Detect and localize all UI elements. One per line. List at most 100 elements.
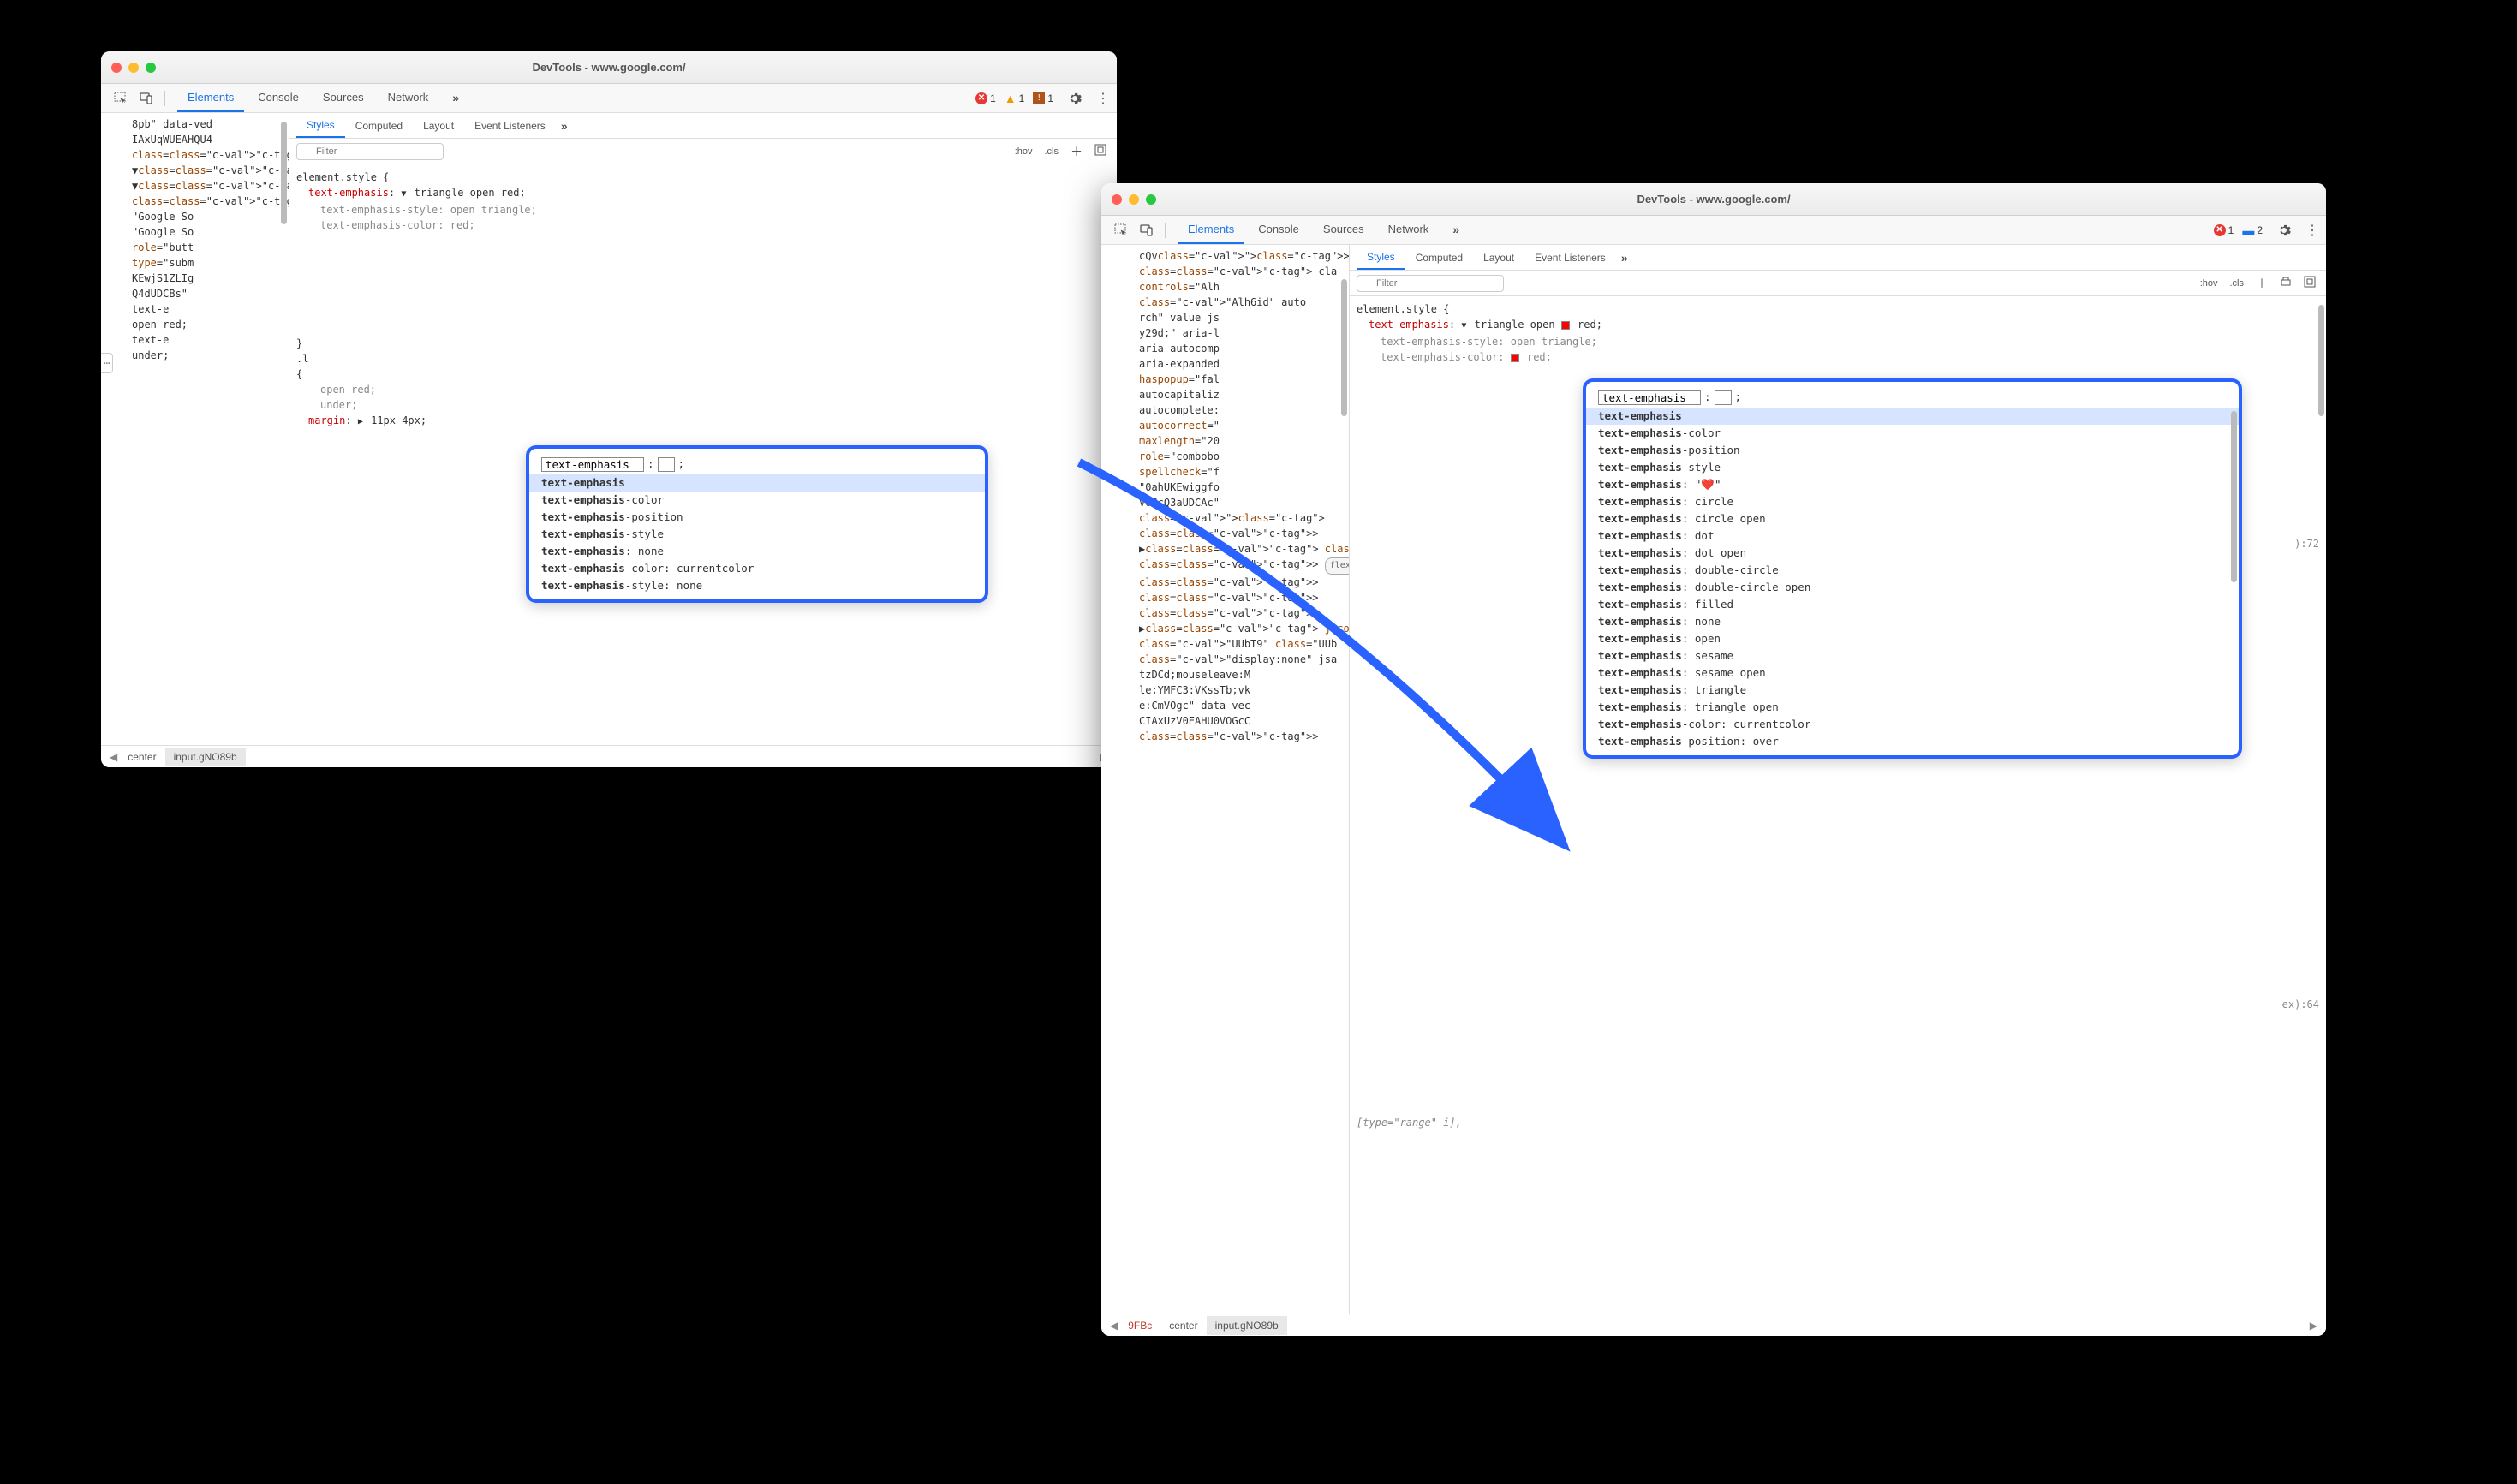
dom-line[interactable]: aria-expanded [1108, 356, 1349, 372]
maximize-icon[interactable] [146, 63, 156, 73]
autocomplete-item[interactable]: text-emphasis: double-circle open [1586, 579, 2239, 596]
subtab-computed[interactable]: Computed [345, 115, 413, 137]
hov-button[interactable]: :hov [1011, 145, 1036, 158]
styles-body[interactable]: element.style { text-emphasis: ▼ triangl… [289, 164, 1117, 435]
tab-sources[interactable]: Sources [1313, 216, 1375, 244]
subtab-styles[interactable]: Styles [296, 114, 345, 138]
inspect-icon[interactable] [111, 89, 130, 108]
subtab-computed[interactable]: Computed [1405, 247, 1473, 269]
property-input[interactable] [541, 457, 644, 472]
autocomplete-item[interactable]: text-emphasis-position [1586, 442, 2239, 459]
dom-line[interactable]: class=class="c-val">"c-tag">> [1108, 526, 1349, 541]
dom-line[interactable]: spellcheck="f [1108, 464, 1349, 480]
css-property[interactable]: margin: ▶ 11px 4px; [296, 413, 1110, 430]
dom-line[interactable]: "Google So [108, 209, 289, 224]
scrollbar[interactable] [2318, 305, 2324, 416]
autocomplete-item[interactable]: text-emphasis: open [1586, 630, 2239, 647]
color-swatch[interactable] [1561, 321, 1570, 330]
tab-network[interactable]: Network [1378, 216, 1440, 244]
message-badge[interactable]: ▬2 [2242, 223, 2263, 237]
chevron-left-icon[interactable]: ◀ [1108, 1320, 1119, 1332]
close-icon[interactable] [111, 63, 122, 73]
dom-line[interactable]: maxlength="20 [1108, 433, 1349, 449]
dom-line[interactable]: class=class="c-val">"c-tag"> cla [108, 194, 289, 209]
selector-row[interactable]: element.style { [296, 170, 1110, 185]
dom-line[interactable]: VOGcQ3aUDCAc" [1108, 495, 1349, 510]
autocomplete-item[interactable]: text-emphasis-color [529, 492, 985, 509]
scrollbar[interactable] [281, 122, 287, 224]
tab-elements[interactable]: Elements [1178, 216, 1244, 244]
kebab-icon[interactable]: ⋮ [1096, 90, 1110, 107]
autocomplete-item[interactable]: text-emphasis-color: currentcolor [1586, 716, 2239, 733]
dom-line[interactable]: autocapitaliz [1108, 387, 1349, 402]
autocomplete-item[interactable]: text-emphasis-style [529, 526, 985, 543]
breadcrumb-item[interactable]: input.gNO89b [1207, 1316, 1287, 1335]
property-input[interactable] [1598, 390, 1701, 405]
breadcrumb-item[interactable]: input.gNO89b [165, 748, 246, 766]
cls-button[interactable]: .cls [2227, 277, 2248, 290]
dom-line[interactable]: class=class="c-val">"c-tag">> [108, 147, 289, 163]
tab-elements[interactable]: Elements [177, 84, 244, 112]
value-input[interactable] [1715, 390, 1732, 405]
dom-line[interactable]: cQvclass="c-val">">class="c-tag">> [1108, 248, 1349, 264]
autocomplete-item[interactable]: text-emphasis: circle [1586, 493, 2239, 510]
breadcrumb-item[interactable]: center [119, 748, 164, 766]
tab-sources[interactable]: Sources [313, 84, 374, 112]
autocomplete-item[interactable]: text-emphasis: sesame open [1586, 665, 2239, 682]
css-property[interactable]: text-emphasis: ▼ triangle open red; [296, 185, 1110, 202]
dom-line[interactable]: ▼class=class="c-val">"c-tag">> [108, 178, 289, 194]
breadcrumb-item[interactable]: 9FBc [1119, 1316, 1160, 1335]
more-tabs-icon[interactable]: » [442, 84, 469, 112]
color-swatch[interactable] [1511, 354, 1519, 362]
dom-line[interactable]: Q4dUDCBs" [108, 286, 289, 301]
css-property[interactable]: text-emphasis: ▼ triangle open red; [1357, 317, 2319, 334]
scrollbar[interactable] [2231, 411, 2237, 582]
css-sub-property[interactable]: text-emphasis-color: red; [1357, 349, 2319, 365]
chevron-down-icon[interactable]: ▼ [1461, 319, 1466, 334]
maximize-icon[interactable] [1146, 194, 1156, 205]
close-icon[interactable] [1112, 194, 1122, 205]
dom-line[interactable]: ▶class=class="c-val">"c-tag"> jscontroll… [1108, 621, 1349, 636]
dom-line[interactable]: "Google So [108, 224, 289, 240]
dom-line[interactable]: controls="Alh [1108, 279, 1349, 295]
minimize-icon[interactable] [128, 63, 139, 73]
autocomplete-item[interactable]: text-emphasis-position [529, 509, 985, 526]
autocomplete-item[interactable]: text-emphasis: double-circle [1586, 562, 2239, 579]
dom-line[interactable]: class=class="c-val">"c-tag">> [1108, 605, 1349, 621]
dom-line[interactable]: le;YMFC3:VKssTb;vk [1108, 682, 1349, 698]
print-icon[interactable] [2276, 274, 2295, 292]
dom-line[interactable]: text-e [108, 301, 289, 317]
dom-line[interactable]: IAxUqWUEAHQU4 [108, 132, 289, 147]
new-rule-icon[interactable]: ＋ [1067, 141, 1086, 162]
dom-tree[interactable]: ⋯ 8pb" data-vedIAxUqWUEAHQU4class=class=… [101, 113, 289, 767]
minimize-icon[interactable] [1129, 194, 1139, 205]
more-subtabs-icon[interactable]: » [556, 114, 573, 138]
dom-line[interactable]: role="butt [108, 240, 289, 255]
dom-line[interactable]: class=class="c-val">"c-tag">> [1108, 729, 1349, 744]
chevron-left-icon[interactable]: ◀ [108, 751, 119, 763]
dom-line[interactable]: class="c-val">"display:none" jsa [1108, 652, 1349, 667]
autocomplete-item[interactable]: text-emphasis-position: over [1586, 733, 2239, 750]
autocomplete-item[interactable]: text-emphasis: triangle [1586, 682, 2239, 699]
selector-row[interactable]: element.style { [1357, 301, 2319, 317]
chevron-right-icon[interactable]: ▶ [358, 414, 363, 430]
subtab-layout[interactable]: Layout [413, 115, 464, 137]
scrollbar[interactable] [1341, 279, 1347, 416]
autocomplete-item[interactable]: text-emphasis-color [1586, 425, 2239, 442]
dom-line[interactable]: aria-autocomp [1108, 341, 1349, 356]
subtab-layout[interactable]: Layout [1473, 247, 1524, 269]
tab-console[interactable]: Console [1248, 216, 1309, 244]
selector-row[interactable]: .l [296, 351, 1110, 367]
autocomplete-item[interactable]: text-emphasis: "❤️" [1586, 476, 2239, 493]
autocomplete-item[interactable]: text-emphasis [1586, 408, 2239, 425]
autocomplete-item[interactable]: text-emphasis: triangle open [1586, 699, 2239, 716]
more-subtabs-icon[interactable]: » [1616, 246, 1633, 270]
dom-line[interactable]: class="c-val">"Alh6id" auto [1108, 295, 1349, 310]
dom-line[interactable]: e:CmVOgc" data-vec [1108, 698, 1349, 713]
chevron-down-icon[interactable]: ▼ [401, 187, 406, 202]
dom-line[interactable]: class="c-val">">class="c-tag"> [1108, 510, 1349, 526]
dom-line[interactable]: KEwjS1ZLIg [108, 271, 289, 286]
autocomplete-item[interactable]: text-emphasis: none [529, 543, 985, 560]
autocomplete-item[interactable]: text-emphasis-style: none [529, 577, 985, 594]
gear-icon[interactable] [1065, 89, 1084, 108]
